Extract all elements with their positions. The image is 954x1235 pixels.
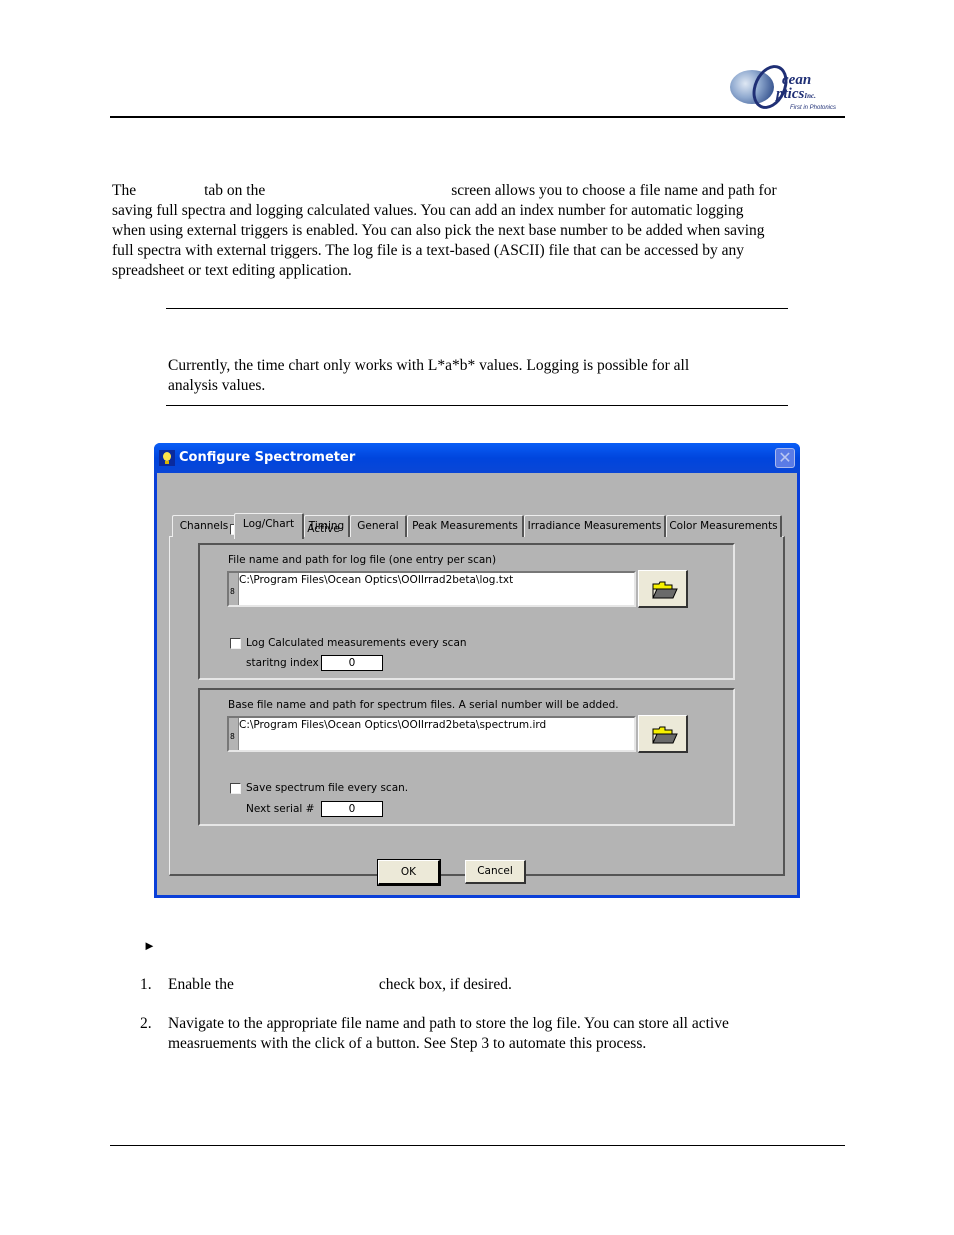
tab-color-measurements[interactable]: Color Measurements xyxy=(666,515,782,537)
open-folder-icon xyxy=(652,581,678,599)
intro-line-2: saving full spectra and logging calculat… xyxy=(112,202,744,219)
close-button[interactable]: ✕ xyxy=(775,448,795,468)
note-text: Currently, the time chart only works wit… xyxy=(168,356,788,396)
log-every-scan-label[interactable]: Log Calculated measurements every scan xyxy=(246,637,467,649)
intro-line-3: when using external triggers is enabled.… xyxy=(112,222,765,239)
next-serial-input[interactable]: 0 xyxy=(321,801,383,817)
note-line-1: Currently, the time chart only works wit… xyxy=(168,357,690,374)
logo-inc: Inc. xyxy=(804,92,816,100)
step-text: Enable the check box, if desired. xyxy=(168,975,818,995)
intro-text: The xyxy=(112,182,137,199)
step-number: 2. xyxy=(140,1015,152,1032)
save-spectrum-every-scan-label[interactable]: Save spectrum file every scan. xyxy=(246,782,408,794)
logo-brand-word: ptics xyxy=(776,86,805,102)
step-text-part: check box, if desired. xyxy=(378,976,512,993)
step-number: 1. xyxy=(140,976,152,993)
dialog-title: Configure Spectrometer xyxy=(179,450,356,465)
tab-general[interactable]: General xyxy=(350,515,407,537)
note-bottom-rule xyxy=(166,405,788,406)
step-text: Navigate to the appropriate file name an… xyxy=(168,1014,818,1054)
step-2: 2. Navigate to the appropriate file name… xyxy=(140,1014,840,1054)
step-line: Navigate to the appropriate file name an… xyxy=(168,1015,729,1032)
intro-line-4: full spectra with external triggers. The… xyxy=(112,242,744,259)
intro-text: screen allows you to choose a file name … xyxy=(451,182,777,199)
tree-node-icon: 8 xyxy=(230,732,235,741)
configure-spectrometer-dialog: Configure Spectrometer ✕ Channels Log/Ch… xyxy=(154,443,800,898)
header-rule xyxy=(110,116,845,118)
spectrum-file-path-input[interactable]: 8 C:\Program Files\Ocean Optics\OOIIrrad… xyxy=(227,716,636,752)
intro-text: tab on the xyxy=(204,182,266,199)
intro-line-5: spreadsheet or text editing application. xyxy=(112,262,352,279)
browse-log-file-button[interactable] xyxy=(638,570,688,608)
step-text-part: Enable the xyxy=(168,976,234,993)
path-gutter: 8 xyxy=(229,718,239,750)
save-spectrum-every-scan-checkbox[interactable] xyxy=(230,783,241,794)
cancel-button[interactable]: Cancel xyxy=(465,860,526,884)
note-line-2: analysis values. xyxy=(168,377,266,394)
footer-rule xyxy=(110,1145,845,1146)
ok-button[interactable]: OK xyxy=(377,859,441,886)
step-1: 1. Enable the check box, if desired. xyxy=(140,975,840,995)
tab-irradiance-measurements[interactable]: Irradiance Measurements xyxy=(524,515,666,537)
step-line: measruements with the click of a button.… xyxy=(168,1035,647,1052)
note-top-rule xyxy=(166,308,788,309)
spectrum-file-path-value: C:\Program Files\Ocean Optics\OOIIrrad2b… xyxy=(239,719,547,731)
starting-index-label: staritng index xyxy=(246,657,319,669)
starting-index-input[interactable]: 0 xyxy=(321,655,383,671)
open-folder-icon xyxy=(652,726,678,744)
ocean-optics-logo: cean pticsInc. First in Photonics xyxy=(726,59,846,115)
logo-brand-line2: pticsInc. xyxy=(776,86,816,103)
browse-spectrum-file-button[interactable] xyxy=(638,715,688,753)
dialog-client-area: Channels Log/Chart Timing General Peak M… xyxy=(157,473,797,895)
logo-tagline: First in Photonics xyxy=(790,105,837,111)
tab-log-chart[interactable]: Log/Chart xyxy=(234,513,304,539)
intro-line-1: The tab on the screen allows you to choose… xyxy=(112,181,847,201)
lightbulb-icon xyxy=(159,450,175,466)
log-file-caption: File name and path for log file (one ent… xyxy=(228,554,497,566)
tab-peak-measurements[interactable]: Peak Measurements xyxy=(407,515,524,537)
next-serial-label: Next serial # xyxy=(246,803,315,815)
tree-node-icon: 8 xyxy=(230,587,235,596)
procedure-arrow-icon: ► xyxy=(143,938,156,953)
log-file-path-value: C:\Program Files\Ocean Optics\OOIIrrad2b… xyxy=(239,574,514,586)
path-gutter: 8 xyxy=(229,573,239,605)
intro-paragraph: The tab on the screen allows you to choose… xyxy=(112,181,847,281)
spectrum-file-caption: Base file name and path for spectrum fil… xyxy=(228,699,619,711)
tab-channels[interactable]: Channels xyxy=(172,515,237,537)
log-file-path-input[interactable]: 8 C:\Program Files\Ocean Optics\OOIIrrad… xyxy=(227,571,636,607)
dialog-titlebar[interactable]: Configure Spectrometer ✕ xyxy=(154,443,800,473)
log-every-scan-checkbox[interactable] xyxy=(230,638,241,649)
